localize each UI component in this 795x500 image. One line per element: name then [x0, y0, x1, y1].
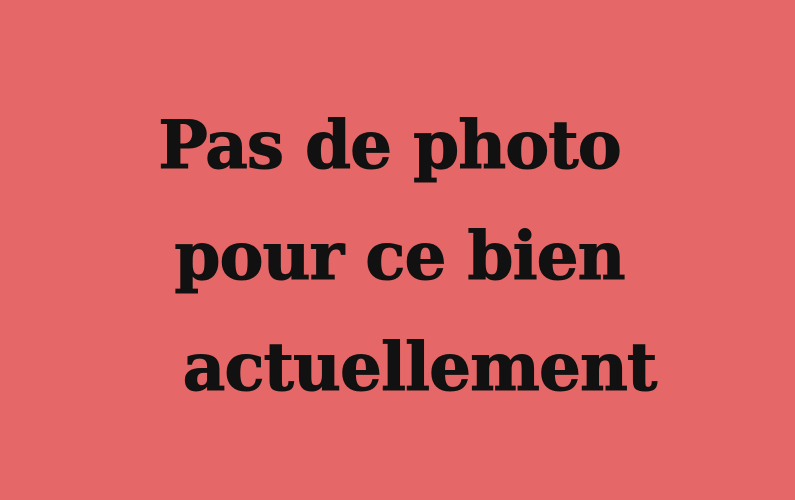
message-line-1: Pas de photo	[158, 106, 623, 184]
message-line-2: pour ce bien	[174, 217, 626, 295]
no-photo-placeholder: Pas de photo pour ce bien actuellement	[0, 0, 795, 500]
no-photo-message: Pas de photo pour ce bien actuellement	[0, 0, 795, 500]
message-line-3: actuellement	[182, 328, 658, 406]
